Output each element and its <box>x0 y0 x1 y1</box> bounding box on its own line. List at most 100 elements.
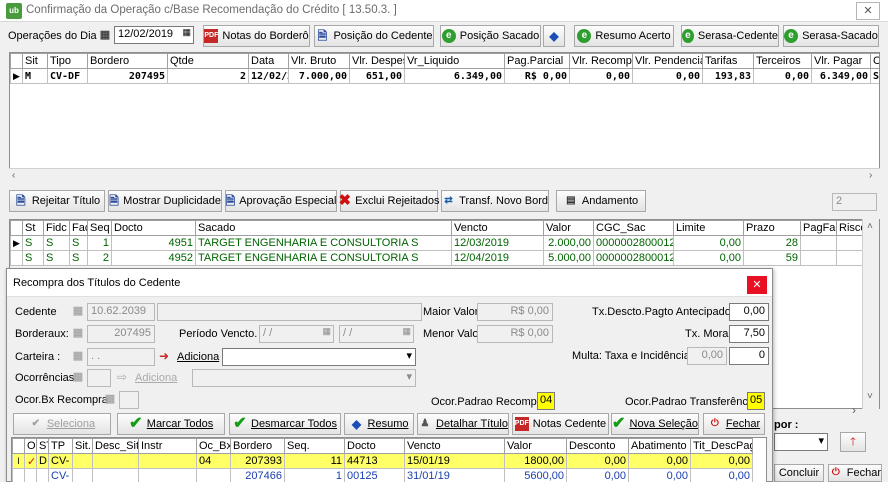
ocor-padrao-transf-field[interactable]: 05 <box>747 392 765 410</box>
ocorrencias-field[interactable] <box>87 369 111 387</box>
lookup-icon[interactable]: ▦ <box>71 349 85 363</box>
exclui-rejeitados-button[interactable]: ✖ Exclui Rejeitados <box>339 190 439 212</box>
posicao-sacado-button[interactable]: e Posição Sacado <box>440 25 541 47</box>
serasa-cedente-button[interactable]: e Serasa-Cedente <box>681 25 779 47</box>
fechar-dialog-button[interactable]: ⏻ Fechar <box>703 413 765 435</box>
scroll-up-icon[interactable]: ˄ <box>867 221 873 232</box>
titulo-header[interactable]: CGC_Sac <box>593 220 674 236</box>
bordero-row[interactable]: ▶MCV-DF207495212/02/27.000,00651,006.349… <box>10 68 879 84</box>
posicao-cedente-button[interactable]: 🗎 Posição do Cedente <box>314 25 434 47</box>
bordero-grid[interactable]: Sit Tipo Bordero Qtde Data Vlr. Bruto Vlr. Des… <box>9 52 880 184</box>
scroll-left-icon[interactable]: ‹ <box>12 170 15 181</box>
titulo-header[interactable]: Seq <box>87 220 112 236</box>
titulo-header[interactable]: Docto <box>111 220 196 236</box>
serasa-sacado-button[interactable]: e Serasa-Sacado <box>783 25 879 47</box>
marcar-todos-button[interactable]: ✔ Marcar Todos <box>117 413 225 435</box>
row-indicator[interactable] <box>10 250 23 266</box>
titulo-row[interactable]: ▶ S S S 1 4951 TARGET ENGENHARIA E CONSULTORIA… <box>10 235 879 251</box>
seleciona-button[interactable]: ✔ Seleciona <box>13 413 111 435</box>
bordero-header[interactable]: Sit <box>22 53 48 69</box>
row-indicator[interactable]: I <box>12 453 25 469</box>
recompra-header[interactable]: Vencto <box>404 438 505 454</box>
recompra-header[interactable]: Instr <box>138 438 197 454</box>
recompra-header[interactable]: Docto <box>344 438 405 454</box>
sort-up-button[interactable]: 🡑 <box>840 432 866 452</box>
rejeitar-titulo-button[interactable]: 🗎 Rejeitar Título <box>9 190 105 212</box>
bordero-header[interactable]: Vr_Liquido <box>404 53 505 69</box>
date-picker-icon[interactable]: ▦ <box>182 27 191 38</box>
recompra-header[interactable]: TP <box>48 438 73 454</box>
carteira-field[interactable]: . . <box>87 348 155 366</box>
date-picker-icon[interactable]: ▦ <box>402 326 411 337</box>
lookup-icon[interactable]: ▦ <box>71 326 85 340</box>
recompra-header[interactable]: Sit. <box>72 438 93 454</box>
recompra-row[interactable]: I ✓ D CV- 04 207393 11 44713 15/01/19 1800,00 0,00… <box>12 453 753 469</box>
recompra-header[interactable]: Valor <box>504 438 567 454</box>
recompra-header[interactable]: Desc_Sit <box>92 438 139 454</box>
titulos-grid-vscroll[interactable]: ˄ ˅ <box>862 219 879 409</box>
resumo-acerto-button[interactable]: e Resumo Acerto <box>574 25 674 47</box>
aprovacao-especial-button[interactable]: 🗎 Aprovação Especial <box>225 190 337 212</box>
concluir-button[interactable]: Concluir <box>774 464 824 482</box>
bordero-header[interactable]: Cedente <box>870 53 879 69</box>
titulo-header[interactable]: Sacado <box>195 220 452 236</box>
nova-selecao-button[interactable]: ✔ Nova Seleção <box>611 413 699 435</box>
ocor-padrao-recompra-field[interactable]: 04 <box>537 392 555 410</box>
titulo-header[interactable]: St <box>22 220 44 236</box>
bordero-header[interactable]: Data <box>248 53 289 69</box>
bordero-header[interactable]: Qtde <box>167 53 249 69</box>
recompra-header[interactable]: Seq. <box>284 438 345 454</box>
row-indicator[interactable]: ▶ <box>10 235 23 251</box>
bordero-header[interactable]: Bordero <box>87 53 168 69</box>
andamento-button[interactable]: ▤ Andamento <box>556 190 646 212</box>
calendar-icon[interactable]: ▦ <box>98 28 112 42</box>
periodo-start-field[interactable]: / / ▦ <box>259 325 334 343</box>
main-fechar-button[interactable]: ⏻ Fechar <box>828 464 882 482</box>
detalhar-titulo-button[interactable]: ♟ Detalhar Título <box>417 413 509 435</box>
titulo-header[interactable]: Vencto <box>451 220 544 236</box>
lookup-icon[interactable]: ▦ <box>71 370 85 384</box>
bordero-header[interactable]: Terceiros <box>753 53 812 69</box>
date-input[interactable]: 12/02/2019 ▦ <box>114 26 194 44</box>
bordero-header[interactable]: Vlr. Pendencia <box>632 53 703 69</box>
mostrar-duplicidade-button[interactable]: 🗎 Mostrar Duplicidade <box>108 190 222 212</box>
multa-incidencia-field[interactable]: 0 <box>729 347 769 365</box>
titulo-header[interactable]: Fidc <box>43 220 70 236</box>
titulo-header[interactable]: Limite <box>673 220 744 236</box>
bordero-header[interactable]: Vlr. Despesas <box>349 53 405 69</box>
multa-taxa-field[interactable]: 0,00 <box>687 347 727 365</box>
bordero-header[interactable]: Vlr. Recompra <box>569 53 633 69</box>
recompra-header[interactable]: OP <box>24 438 37 454</box>
row-indicator[interactable] <box>12 468 25 482</box>
row-indicator[interactable]: ▶ <box>10 68 23 84</box>
dialog-close-button[interactable]: ✕ <box>747 276 767 294</box>
recompra-header[interactable]: ST <box>36 438 49 454</box>
adiciona-ocorrencia-button[interactable]: Adiciona <box>135 372 177 384</box>
recompra-header[interactable]: Abatimento <box>628 438 691 454</box>
bordero-header[interactable]: Pag.Parcial <box>504 53 570 69</box>
tx-mora-field[interactable]: 7,50 <box>729 325 769 343</box>
carteira-select[interactable]: ▾ <box>222 348 416 366</box>
lookup-icon[interactable]: ▦ <box>103 392 117 406</box>
recompra-header[interactable]: Oc_Bx <box>196 438 231 454</box>
ocorrencias-select[interactable]: ▾ <box>192 369 416 387</box>
scroll-right-icon[interactable]: › <box>869 170 872 181</box>
adiciona-carteira-button[interactable]: Adiciona <box>177 351 219 363</box>
bordero-header[interactable]: Vlr. Pagar <box>811 53 871 69</box>
recompra-header[interactable]: Bordero <box>230 438 285 454</box>
lookup-icon[interactable]: ▦ <box>71 304 85 318</box>
date-picker-icon[interactable]: ▦ <box>322 326 331 337</box>
titulo-header[interactable]: Prazo <box>743 220 801 236</box>
scroll-down-icon[interactable]: ˅ <box>867 391 873 402</box>
titulo-header[interactable]: PagFac <box>800 220 837 236</box>
notas-cedente-button[interactable]: PDF Notas Cedente <box>512 413 609 435</box>
recompra-header[interactable]: Desconto <box>566 438 629 454</box>
tx-descto-field[interactable]: 0,00 <box>729 303 769 321</box>
window-close-button[interactable]: ✕ <box>856 2 880 20</box>
recompra-row[interactable]: CV- 207466 1 00125 31/01/19 5600,00 0,00 0,00 0,… <box>12 468 753 482</box>
bordero-header[interactable]: Vlr. Bruto <box>288 53 350 69</box>
titulo-header[interactable]: Valor <box>543 220 594 236</box>
recompra-header[interactable]: Tit_DescPagto <box>690 438 753 454</box>
info-button[interactable]: ◆ <box>543 25 565 47</box>
bordero-header[interactable]: Tipo <box>47 53 88 69</box>
